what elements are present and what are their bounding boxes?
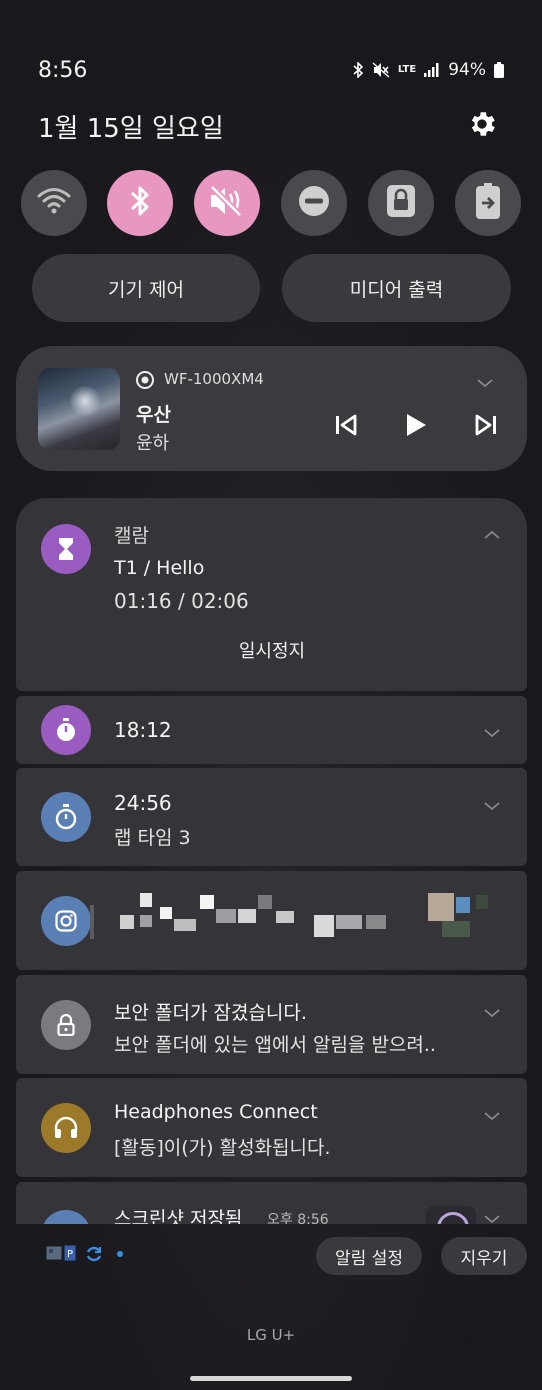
stopwatch-time: 18:12 (114, 718, 172, 742)
wifi-icon (37, 187, 71, 219)
carrier-label: LG U+ (246, 1326, 296, 1344)
song-artist: 윤하 (136, 433, 170, 454)
timer-progress: 01:16 / 02:06 (114, 589, 249, 613)
settings-gear-icon[interactable] (466, 108, 498, 140)
bluetooth-toggle[interactable] (107, 170, 173, 236)
headphones-icon (41, 1103, 91, 1153)
secure-folder-body: 보안 폴더에 있는 앱에서 알림을 받으려.. (114, 1034, 436, 1056)
secure-folder-toggle[interactable] (368, 170, 434, 236)
screenshot-expand-chevron-icon[interactable] (483, 1210, 501, 1224)
lap-label: 랩 타임 3 (114, 827, 191, 849)
pause-button[interactable]: 일시정지 (220, 630, 324, 670)
mute-icon (207, 184, 247, 222)
lock-icon (386, 184, 416, 222)
battery-percent: 94% (448, 60, 486, 80)
headphones-expand-chevron-icon[interactable] (483, 1107, 501, 1126)
next-track-icon[interactable] (474, 414, 498, 440)
signal-icon (424, 63, 440, 77)
do-not-disturb-icon (297, 184, 331, 222)
headphones-connect-title: Headphones Connect (114, 1101, 318, 1123)
mute-status-icon (372, 62, 390, 78)
notification-settings-button[interactable]: 알림 설정 (316, 1237, 422, 1275)
screenshot-thumbnail (426, 1206, 476, 1224)
parking-icon: P (64, 1245, 76, 1265)
lap-stopwatch-notification-card[interactable] (16, 768, 527, 866)
device-control-button[interactable]: 기기 제어 (32, 254, 260, 322)
headphones-connect-notification-card[interactable] (16, 1078, 527, 1177)
battery-saver-icon (476, 183, 500, 223)
screenshot-time: 오후 8:56 (267, 1212, 329, 1224)
battery-icon (494, 62, 504, 78)
wifi-toggle[interactable] (21, 170, 87, 236)
media-device-name: WF-1000XM4 (164, 370, 264, 388)
screenshot-title: 스크린샷 저장됨 (114, 1208, 243, 1224)
instagram-icon (41, 896, 91, 946)
album-art (38, 368, 120, 450)
clear-all-button[interactable]: 지우기 (441, 1237, 527, 1275)
previous-track-icon[interactable] (334, 414, 358, 440)
stopwatch-icon (41, 705, 91, 755)
power-saving-toggle[interactable] (455, 170, 521, 236)
more-notifications-dot (117, 1251, 123, 1257)
date: 1월 15일 일요일 (38, 114, 224, 144)
clock: 8:56 (38, 58, 88, 83)
sound-mute-toggle[interactable] (194, 170, 260, 236)
lap-expand-chevron-icon[interactable] (483, 797, 501, 816)
song-title: 우산 (136, 404, 171, 426)
hourglass-icon (41, 524, 91, 574)
secure-folder-title: 보안 폴더가 잠겼습니다. (114, 1002, 307, 1024)
stopwatch-outline-icon (41, 792, 91, 842)
headphones-device-icon (136, 371, 154, 393)
gallery-icon (46, 1245, 62, 1265)
timer-app-name: 캘람 (114, 525, 149, 547)
media-expand-chevron-icon[interactable] (476, 374, 494, 393)
media-output-button[interactable]: 미디어 출력 (282, 254, 511, 322)
bluetooth-icon (129, 184, 151, 222)
bluetooth-status-icon (352, 62, 364, 78)
headphones-connect-body: [활동]이(가) 활성화됩니다. (114, 1137, 331, 1159)
do-not-disturb-toggle[interactable] (281, 170, 347, 236)
stopwatch-notification-card[interactable] (16, 696, 527, 764)
lap-stopwatch-time: 24:56 (114, 791, 172, 815)
svg-text:P: P (67, 1249, 73, 1260)
lte-icon: LTE (397, 64, 417, 75)
status-icons: LTE 94% (352, 60, 504, 80)
timer-title: T1 / Hello (114, 557, 205, 579)
redacted-notification-content (90, 885, 510, 960)
play-icon[interactable] (405, 413, 427, 441)
home-indicator[interactable] (190, 1376, 352, 1381)
sync-icon (85, 1245, 103, 1267)
stopwatch-expand-chevron-icon[interactable] (483, 724, 501, 743)
timer-collapse-chevron-icon[interactable] (483, 526, 501, 545)
padlock-icon (41, 1000, 91, 1050)
screenshot-notification-card[interactable]: 스크린샷 저장됨 오후 8:56 (16, 1182, 527, 1224)
secure-expand-chevron-icon[interactable] (483, 1004, 501, 1023)
